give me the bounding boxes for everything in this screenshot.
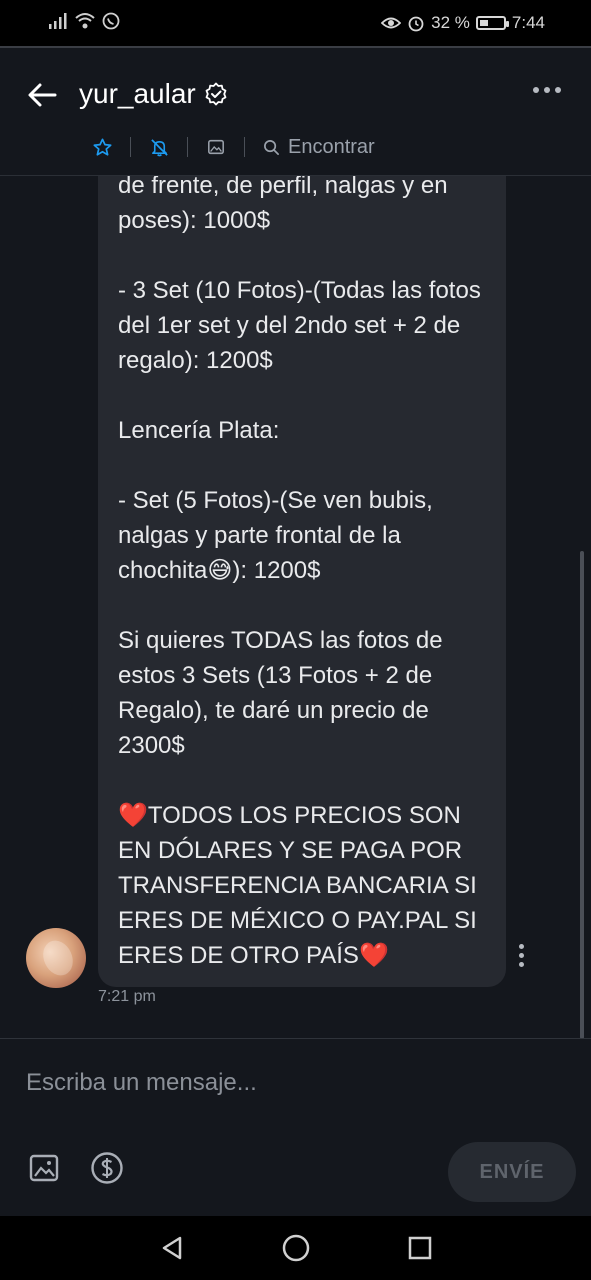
eye-icon <box>381 17 402 29</box>
media-button[interactable] <box>206 137 226 157</box>
more-dot <box>519 953 524 958</box>
home-circle-icon[interactable] <box>281 1233 311 1263</box>
alarm-icon <box>408 16 424 32</box>
avatar[interactable] <box>26 928 86 988</box>
status-right: 32 % 7:44 <box>381 13 545 33</box>
status-bar: 32 % 7:44 <box>0 0 591 46</box>
mute-button[interactable] <box>149 137 169 157</box>
conversation-header: yur_aular Encontrar <box>0 48 591 176</box>
clock: 7:44 <box>511 13 545 32</box>
scrollbar[interactable] <box>580 551 584 1038</box>
message-timestamp: 7:21 pm <box>98 988 156 1005</box>
message-text: de frente, de perfil, nalgas y en poses)… <box>118 176 481 969</box>
star-icon <box>92 138 112 156</box>
more-dot <box>544 87 550 93</box>
search-in-conversation[interactable]: Encontrar <box>263 136 375 159</box>
more-dot <box>555 87 561 93</box>
toolbar-divider <box>187 137 188 157</box>
status-left <box>48 12 120 30</box>
battery-percent: 32 % <box>431 13 470 32</box>
more-dot <box>519 962 524 967</box>
message-list[interactable]: de frente, de perfil, nalgas y en poses)… <box>0 176 591 1038</box>
conversation-toolbar: Encontrar <box>92 133 375 161</box>
more-horizontal-icon <box>533 87 539 93</box>
signal-icon <box>49 13 67 29</box>
toolbar-divider <box>244 137 245 157</box>
image-icon <box>208 139 224 155</box>
wifi-icon <box>75 13 95 29</box>
conversation-title[interactable]: yur_aular <box>79 78 228 110</box>
favorite-button[interactable] <box>92 137 112 157</box>
more-vertical-icon <box>519 944 524 949</box>
back-triangle-icon[interactable] <box>158 1234 186 1262</box>
bell-off-icon <box>150 138 168 156</box>
recents-square-icon[interactable] <box>406 1234 434 1262</box>
message-options-button[interactable] <box>519 944 524 967</box>
send-button[interactable]: ENVÍE <box>448 1142 576 1202</box>
more-options-button[interactable] <box>533 87 561 93</box>
message-input[interactable]: Escriba un mensaje... <box>26 1069 257 1097</box>
message-composer: Escriba un mensaje... ENVÍE <box>0 1038 591 1216</box>
arrow-left-icon <box>28 83 57 107</box>
toolbar-divider <box>130 137 131 157</box>
dollar-icon[interactable] <box>90 1151 124 1185</box>
whatsapp-icon <box>102 12 120 30</box>
battery-icon <box>475 16 509 30</box>
conversation-screen: yur_aular Encontrar de frente, de perfil… <box>0 46 591 1216</box>
system-navigation-bar <box>0 1216 591 1280</box>
verified-badge-icon <box>205 82 227 106</box>
back-button[interactable] <box>24 79 60 111</box>
message-bubble[interactable]: de frente, de perfil, nalgas y en poses)… <box>98 176 506 987</box>
username: yur_aular <box>79 78 196 109</box>
composer-tools <box>28 1151 124 1185</box>
search-icon <box>264 139 279 155</box>
search-label: Encontrar <box>288 135 375 158</box>
image-icon[interactable] <box>28 1152 60 1184</box>
